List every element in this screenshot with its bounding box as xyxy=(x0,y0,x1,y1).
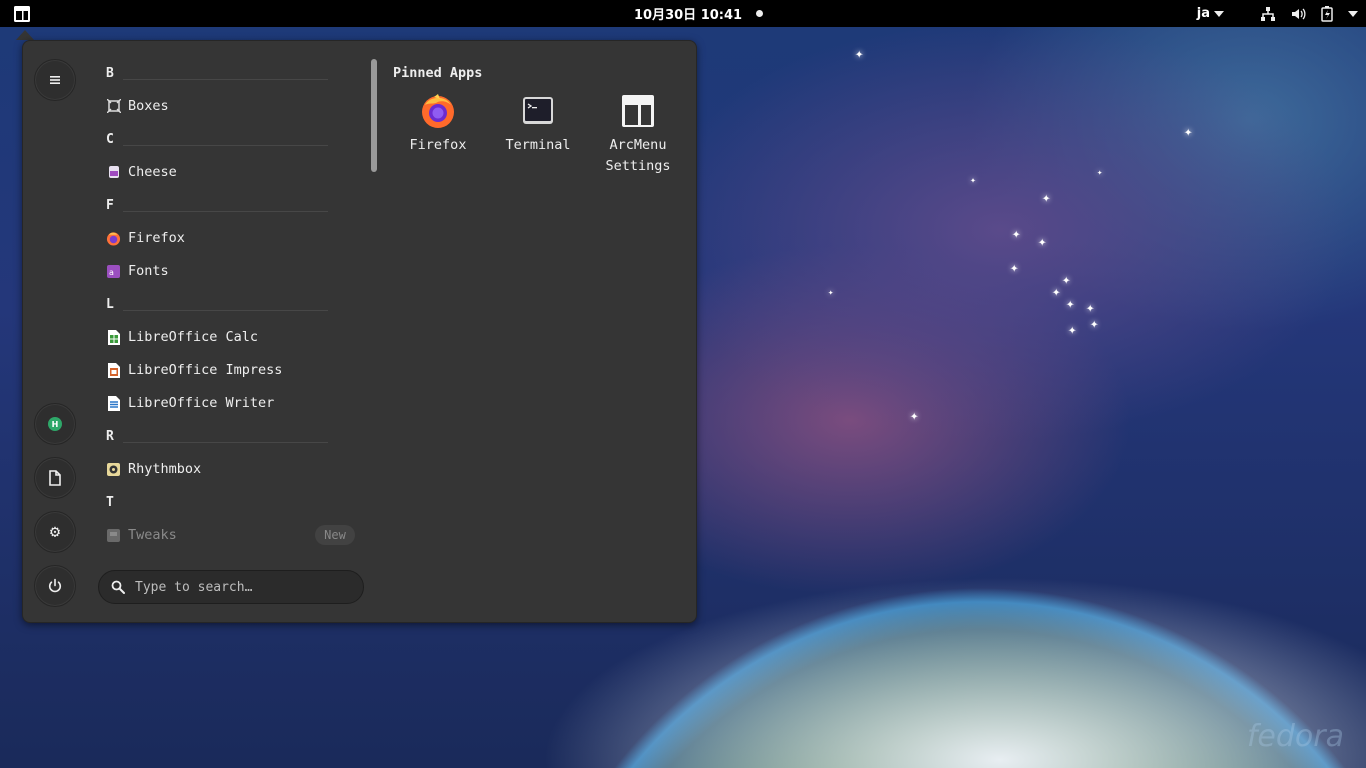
pinned-app-label: Firefox xyxy=(409,137,467,153)
language-label: ja xyxy=(1196,6,1210,21)
app-label: Cheese xyxy=(128,164,177,180)
star-decoration: ✦ xyxy=(1068,322,1077,338)
power-button[interactable] xyxy=(34,565,76,607)
categories-menu-button[interactable] xyxy=(34,59,76,101)
libreoffice-calc-icon xyxy=(106,329,121,345)
gear-icon: ⚙ xyxy=(49,522,61,542)
star-decoration: ✦ xyxy=(1066,296,1075,312)
group-divider xyxy=(123,145,328,146)
group-letter: T xyxy=(106,495,114,510)
star-decoration: ✦ xyxy=(970,175,977,186)
pinned-app-label: Terminal xyxy=(505,137,571,153)
app-label: LibreOffice Impress xyxy=(128,362,283,378)
arcmenu-icon xyxy=(14,5,30,22)
pinned-app-label-line2: Settings xyxy=(605,158,671,174)
libreoffice-writer-icon xyxy=(106,395,121,411)
app-label: Boxes xyxy=(128,98,169,114)
fedora-watermark: fedora xyxy=(1246,719,1344,754)
star-decoration: ✦ xyxy=(910,408,919,424)
star-decoration: ✦ xyxy=(855,46,864,62)
document-icon xyxy=(49,470,61,486)
star-decoration: ✦ xyxy=(1010,260,1019,276)
system-menu-chevron-icon xyxy=(1348,10,1358,17)
firefox-icon xyxy=(106,231,121,246)
group-divider xyxy=(123,79,328,80)
app-item-tweaks[interactable]: Tweaks xyxy=(106,525,177,545)
terminal-icon xyxy=(520,93,556,129)
group-divider xyxy=(123,310,328,311)
app-item-libreoffice-writer[interactable]: LibreOffice Writer xyxy=(106,393,274,413)
app-label: LibreOffice Writer xyxy=(128,395,275,411)
pinned-app-arcmenu-settings[interactable]: ArcMenu Settings xyxy=(593,93,683,177)
star-decoration: ✦ xyxy=(1062,272,1071,288)
star-decoration: ✦ xyxy=(1012,226,1021,242)
tweaks-icon xyxy=(106,528,121,543)
star-decoration: ✦ xyxy=(1184,124,1193,140)
libreoffice-impress-icon xyxy=(106,362,121,378)
pinned-app-firefox[interactable]: Firefox xyxy=(393,93,483,156)
fonts-icon: a xyxy=(106,264,121,279)
app-item-rhythmbox[interactable]: Rhythmbox xyxy=(106,459,201,479)
star-decoration: ✦ xyxy=(1038,234,1047,250)
avatar: H xyxy=(48,417,62,431)
pinned-app-terminal[interactable]: Terminal xyxy=(493,93,583,156)
input-language-indicator[interactable]: ja xyxy=(1197,6,1224,21)
pinned-apps-title: Pinned Apps xyxy=(393,65,483,81)
documents-button[interactable] xyxy=(34,457,76,499)
app-item-boxes[interactable]: Boxes xyxy=(106,96,169,116)
firefox-icon xyxy=(420,93,456,129)
app-label: Firefox xyxy=(128,230,185,246)
pinned-app-label-line1: ArcMenu xyxy=(609,137,667,153)
network-icon xyxy=(1261,6,1275,21)
group-divider xyxy=(123,442,328,443)
app-item-libreoffice-impress[interactable]: LibreOffice Impress xyxy=(106,360,282,380)
app-item-firefox[interactable]: Firefox xyxy=(106,228,185,248)
clock[interactable]: 10月30日 10:41 xyxy=(634,0,764,27)
search-bar[interactable] xyxy=(98,570,364,604)
app-item-cheese[interactable]: Cheese xyxy=(106,162,177,182)
battery-charging-icon xyxy=(1321,5,1333,22)
user-avatar-button[interactable]: H xyxy=(34,403,76,445)
star-decoration: ✦ xyxy=(828,288,834,298)
rhythmbox-icon xyxy=(106,462,121,477)
system-tray[interactable]: ja xyxy=(1197,0,1358,27)
app-item-fonts[interactable]: a Fonts xyxy=(106,261,169,281)
top-bar: 10月30日 10:41 ja xyxy=(0,0,1366,27)
group-letter: C xyxy=(106,132,114,147)
arcmenu-settings-icon xyxy=(620,93,656,129)
group-divider xyxy=(123,211,328,212)
new-badge: New xyxy=(315,525,355,545)
arcmenu-button[interactable] xyxy=(0,0,44,27)
power-icon xyxy=(48,578,62,593)
app-label: LibreOffice Calc xyxy=(128,329,259,345)
group-letter: R xyxy=(106,429,114,444)
volume-icon xyxy=(1292,8,1306,19)
clock-text: 10月30日 10:41 xyxy=(634,8,743,23)
star-decoration: ✦ xyxy=(1052,284,1061,300)
app-list-scrollbar[interactable] xyxy=(371,59,377,172)
boxes-icon xyxy=(106,99,121,114)
star-decoration: ✦ xyxy=(1090,316,1099,332)
star-decoration: ✦ xyxy=(1042,190,1051,206)
star-decoration: ✦ xyxy=(1097,168,1103,178)
group-letter: F xyxy=(106,198,114,213)
cheese-icon xyxy=(106,165,121,180)
arcmenu-panel: H ⚙ B Boxes C Cheese F Firefox a Fonts L… xyxy=(22,40,697,623)
notification-dot-icon xyxy=(756,10,764,17)
hamburger-icon xyxy=(50,76,60,84)
app-label: Rhythmbox xyxy=(128,461,202,477)
app-label: Tweaks xyxy=(128,527,177,543)
search-icon xyxy=(111,580,125,594)
search-input[interactable] xyxy=(133,578,347,596)
settings-button[interactable]: ⚙ xyxy=(34,511,76,553)
star-decoration: ✦ xyxy=(1086,300,1095,316)
menu-arrow xyxy=(16,30,34,40)
app-item-libreoffice-calc[interactable]: LibreOffice Calc xyxy=(106,327,258,347)
group-letter: L xyxy=(106,297,114,312)
svg-text:a: a xyxy=(109,268,114,277)
app-label: Fonts xyxy=(128,263,169,279)
group-letter: B xyxy=(106,66,114,81)
chevron-down-icon xyxy=(1214,10,1224,17)
